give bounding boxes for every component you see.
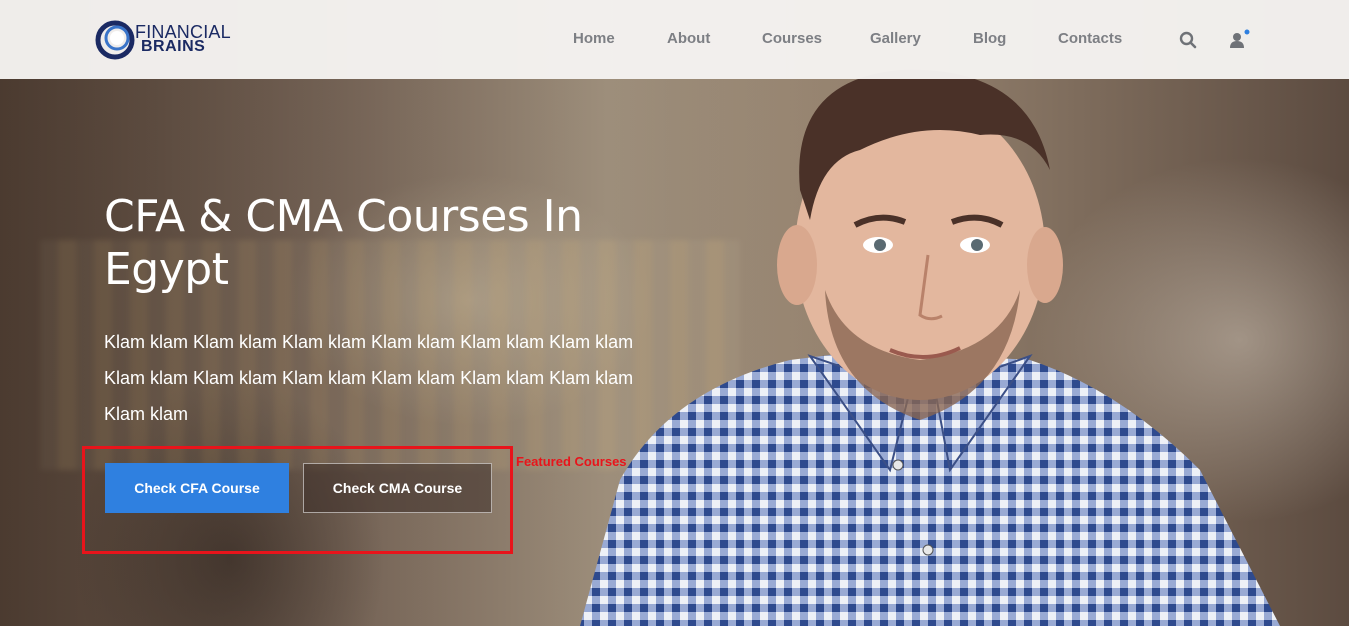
- notification-dot-icon: [1244, 29, 1250, 35]
- hero-description: Klam klam Klam klam Klam klam Klam klam …: [104, 332, 634, 424]
- nav-item-courses[interactable]: Courses: [762, 30, 822, 47]
- brand-name-line2: BRAINS: [141, 38, 206, 55]
- annotation-label: Featured Courses: [516, 454, 627, 469]
- nav-item-contacts[interactable]: Contacts: [1058, 30, 1122, 47]
- annotation-highlight-box: [82, 446, 513, 554]
- site-header: FINANCIAL BRAINS Home About Courses Gall…: [0, 0, 1349, 79]
- logo-ring-icon: [95, 20, 135, 60]
- brand-logo[interactable]: FINANCIAL BRAINS: [95, 18, 245, 62]
- user-icon[interactable]: [1229, 29, 1253, 51]
- nav-item-home[interactable]: Home: [573, 30, 615, 47]
- nav-item-about[interactable]: About: [667, 30, 710, 47]
- nav-item-blog[interactable]: Blog: [973, 30, 1006, 47]
- hero-title: CFA & CMA Courses In Egypt: [104, 191, 583, 295]
- nav-item-gallery[interactable]: Gallery: [870, 30, 921, 47]
- hero-person-image: [580, 69, 1280, 626]
- search-icon[interactable]: [1179, 31, 1197, 49]
